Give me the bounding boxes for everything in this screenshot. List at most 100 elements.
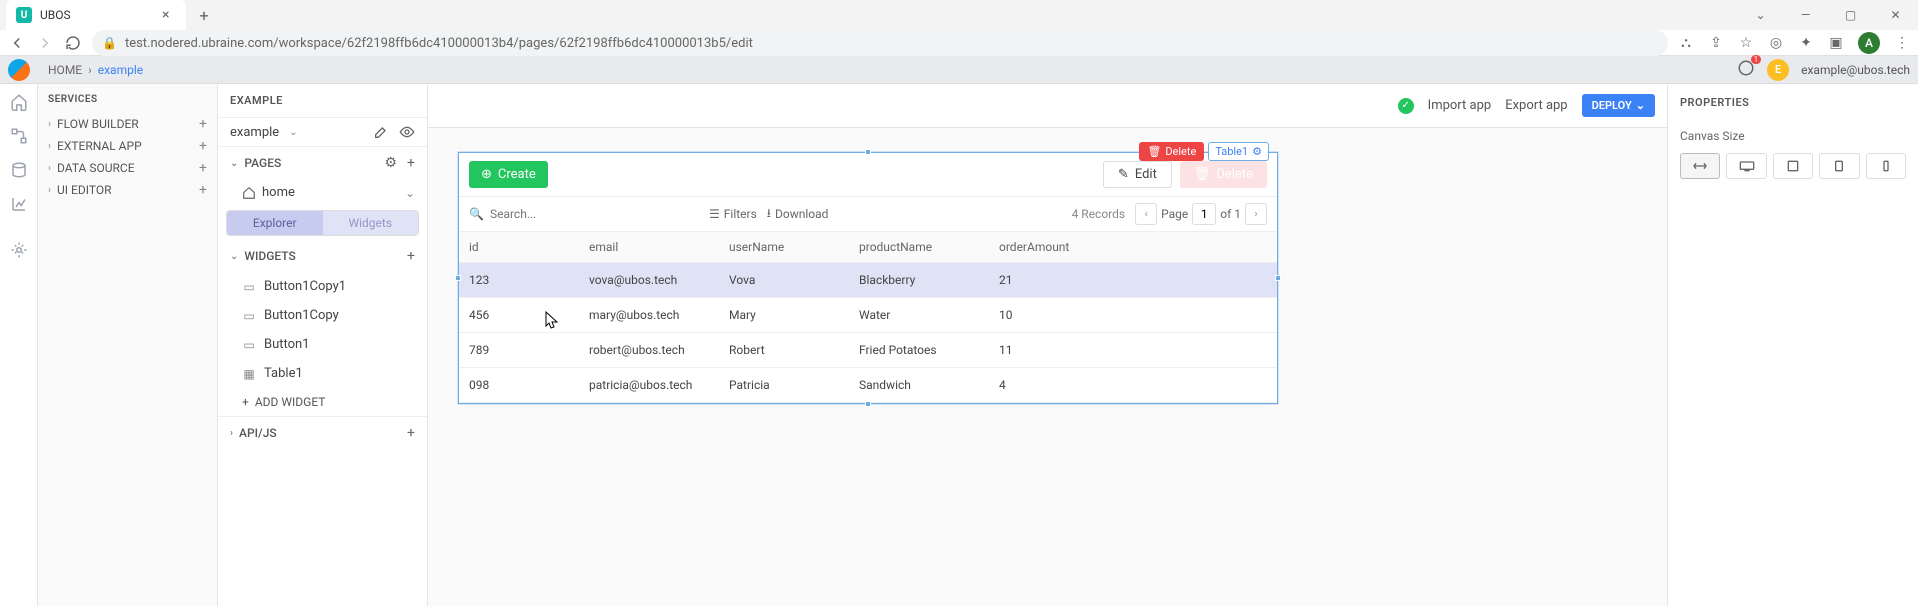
chevron-down-icon[interactable]: ⌄ — [405, 186, 415, 200]
tab-explorer[interactable]: Explorer — [227, 211, 323, 235]
maximize-icon[interactable]: ▢ — [1828, 0, 1873, 30]
edit-button[interactable]: ✎Edit — [1103, 161, 1172, 188]
notifications-icon[interactable]: 1 — [1737, 59, 1755, 81]
col-id[interactable]: id — [459, 232, 579, 263]
cell: mary@ubos.tech — [579, 298, 719, 333]
plus-icon[interactable]: + — [407, 425, 415, 441]
star-icon[interactable]: ☆ — [1738, 35, 1754, 51]
panel-icon[interactable]: ▣ — [1828, 35, 1844, 51]
widget-item[interactable]: ▭Button1Copy1 — [218, 272, 427, 301]
col-amount[interactable]: orderAmount — [989, 232, 1277, 263]
gear-icon[interactable]: ⚙ — [384, 155, 397, 171]
canvas-area[interactable]: ✓ Import app Export app DEPLOY⌄ 🗑Delete … — [428, 84, 1668, 606]
forward-icon[interactable] — [36, 34, 54, 52]
resize-handle[interactable] — [865, 401, 871, 407]
app-logo-icon[interactable] — [8, 59, 30, 81]
canvas[interactable]: 🗑Delete Table1⚙ ⊕Create ✎Edit 🗑Delete 🔍 — [428, 84, 1667, 404]
close-window-icon[interactable]: ✕ — [1873, 0, 1918, 30]
resize-handle[interactable] — [865, 149, 871, 155]
eye-icon[interactable] — [399, 124, 415, 140]
breadcrumb-home[interactable]: HOME — [48, 63, 82, 77]
size-tablet-l-button[interactable] — [1773, 153, 1813, 179]
edit-icon[interactable] — [373, 124, 389, 140]
translate-icon[interactable]: ⛬ — [1678, 35, 1694, 51]
add-widget-button[interactable]: +ADD WIDGET — [218, 388, 427, 416]
size-desktop-button[interactable] — [1726, 153, 1766, 179]
service-item-external[interactable]: ›EXTERNAL APP + — [42, 135, 213, 157]
search-input[interactable] — [490, 207, 590, 221]
widget-item[interactable]: ▭Button1Copy — [218, 301, 427, 330]
table-row[interactable]: 098 patricia@ubos.tech Patricia Sandwich… — [459, 368, 1277, 403]
filter-icon: ☰ — [709, 207, 720, 221]
table-row[interactable]: 123 vova@ubos.tech Vova Blackberry 21 — [459, 263, 1277, 298]
widgets-section[interactable]: ⌄ WIDGETS + — [218, 240, 427, 272]
lens-icon[interactable]: ◎ — [1768, 35, 1784, 51]
resize-handle[interactable] — [1275, 275, 1281, 281]
user-avatar[interactable]: E — [1767, 59, 1789, 81]
chevron-down-icon[interactable]: ⌄ — [1738, 0, 1783, 30]
cell: 4 — [989, 368, 1277, 403]
create-button[interactable]: ⊕Create — [469, 161, 548, 188]
database-icon[interactable] — [9, 160, 29, 180]
next-page-button[interactable]: › — [1245, 203, 1267, 225]
url-field[interactable]: 🔒 test.nodered.ubraine.com/workspace/62f… — [92, 30, 1668, 56]
profile-avatar[interactable]: A — [1858, 32, 1880, 54]
import-app-button[interactable]: Import app — [1428, 98, 1492, 113]
new-tab-button[interactable]: + — [192, 3, 216, 27]
filters-button[interactable]: ☰Filters — [709, 207, 757, 221]
menu-icon[interactable]: ⋮ — [1894, 35, 1910, 51]
back-icon[interactable] — [8, 34, 26, 52]
service-item-datasource[interactable]: ›DATA SOURCE + — [42, 157, 213, 179]
flow-icon[interactable] — [9, 126, 29, 146]
col-username[interactable]: userName — [719, 232, 849, 263]
widget-item[interactable]: ▭Button1 — [218, 330, 427, 359]
export-app-button[interactable]: Export app — [1505, 98, 1567, 113]
close-icon[interactable]: × — [162, 8, 176, 22]
size-fluid-button[interactable] — [1680, 153, 1720, 179]
minimize-icon[interactable]: — — [1783, 0, 1828, 30]
delete-button[interactable]: 🗑Delete — [1180, 161, 1267, 188]
browser-tab[interactable]: U UBOS × — [6, 0, 186, 30]
table-row[interactable]: 789 robert@ubos.tech Robert Fried Potato… — [459, 333, 1277, 368]
widget-name-badge[interactable]: Table1⚙ — [1208, 142, 1269, 161]
breadcrumb-page[interactable]: example — [98, 63, 143, 77]
home-icon[interactable] — [9, 92, 29, 112]
chart-icon[interactable] — [9, 194, 29, 214]
col-email[interactable]: email — [579, 232, 719, 263]
tab-widgets[interactable]: Widgets — [323, 211, 419, 235]
widget-item[interactable]: ▦Table1 — [218, 359, 427, 388]
col-product[interactable]: productName — [849, 232, 989, 263]
plus-icon[interactable]: + — [199, 160, 207, 176]
page-input[interactable] — [1192, 203, 1216, 225]
prev-page-button[interactable]: ‹ — [1135, 203, 1157, 225]
plus-icon[interactable]: + — [199, 138, 207, 154]
chevron-down-icon: ⌄ — [230, 251, 238, 262]
service-item-flow[interactable]: ›FLOW BUILDER + — [42, 113, 213, 135]
deploy-label: DEPLOY — [1592, 99, 1632, 112]
table-widget[interactable]: 🗑Delete Table1⚙ ⊕Create ✎Edit 🗑Delete 🔍 — [458, 152, 1278, 404]
pages-section[interactable]: ⌄ PAGES ⚙ + — [218, 147, 427, 179]
share-icon[interactable]: ⇪ — [1708, 35, 1724, 51]
resize-handle[interactable] — [455, 275, 461, 281]
plus-icon[interactable]: + — [199, 116, 207, 132]
gear-icon[interactable] — [9, 240, 29, 260]
download-button[interactable]: ⭳Download — [767, 204, 829, 225]
api-section[interactable]: › API/JS + — [218, 416, 427, 449]
deploy-button[interactable]: DEPLOY⌄ — [1582, 94, 1655, 117]
delete-widget-badge[interactable]: 🗑Delete — [1139, 142, 1204, 161]
size-mobile-button[interactable] — [1866, 153, 1906, 179]
tab-bar: U UBOS × + ⌄ — ▢ ✕ — [0, 0, 1918, 30]
reload-icon[interactable] — [64, 34, 82, 52]
plus-icon[interactable]: + — [199, 182, 207, 198]
table-header-row: id email userName productName orderAmoun… — [459, 232, 1277, 263]
service-item-uieditor[interactable]: ›UI EDITOR + — [42, 179, 213, 201]
extensions-icon[interactable]: ✦ — [1798, 35, 1814, 51]
project-name[interactable]: example — [230, 125, 279, 140]
page-item-home[interactable]: home ⌄ — [218, 179, 427, 206]
table-row[interactable]: 456 mary@ubos.tech Mary Water 10 — [459, 298, 1277, 333]
size-tablet-p-button[interactable] — [1819, 153, 1859, 179]
plus-icon[interactable]: + — [407, 248, 415, 264]
service-label: UI EDITOR — [57, 183, 111, 197]
chevron-down-icon[interactable]: ⌄ — [289, 127, 297, 138]
plus-icon[interactable]: + — [407, 155, 415, 171]
